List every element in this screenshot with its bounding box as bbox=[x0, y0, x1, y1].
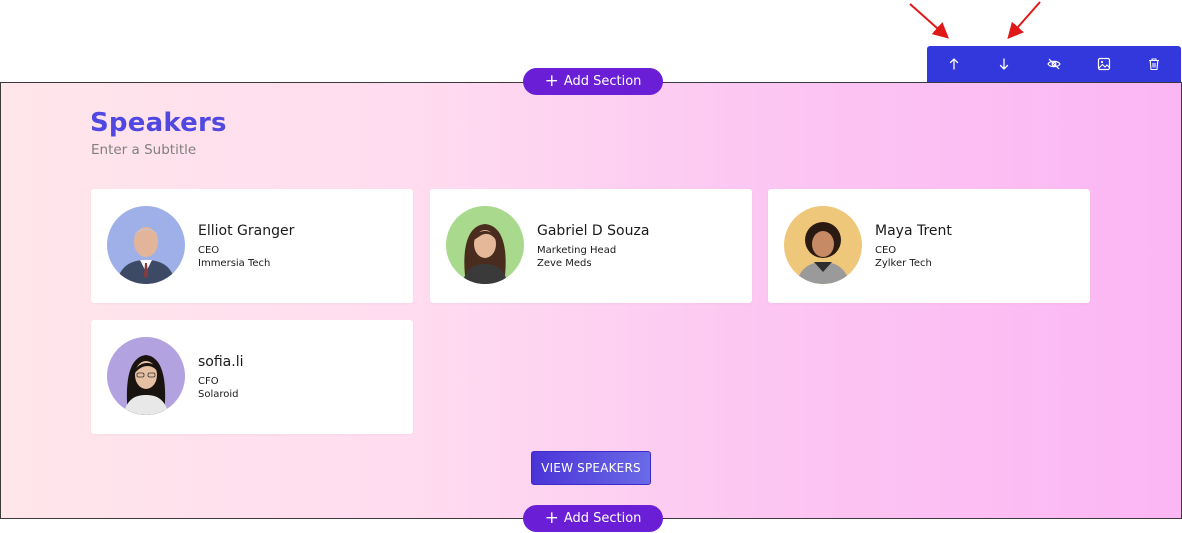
speaker-organization: Zylker Tech bbox=[875, 258, 932, 269]
view-speakers-button[interactable]: VIEW SPEAKERS bbox=[531, 451, 651, 485]
annotation-arrows bbox=[909, 1, 1041, 39]
add-section-label: Add Section bbox=[563, 511, 642, 526]
person-photo-icon bbox=[107, 337, 185, 415]
speaker-card[interactable]: Gabriel D Souza Marketing Head Zeve Meds bbox=[430, 189, 752, 303]
speaker-name: Maya Trent bbox=[875, 223, 952, 239]
arrow-up-icon bbox=[949, 58, 959, 70]
person-photo-icon bbox=[784, 206, 862, 284]
section-subtitle[interactable]: Enter a Subtitle bbox=[91, 142, 196, 158]
speaker-name: sofia.li bbox=[198, 354, 244, 370]
speaker-name: Gabriel D Souza bbox=[537, 223, 650, 239]
speaker-card[interactable]: Maya Trent CEO Zylker Tech bbox=[768, 189, 1090, 303]
image-icon bbox=[1097, 57, 1111, 71]
speaker-organization: Solaroid bbox=[198, 389, 239, 400]
section-title[interactable]: Speakers bbox=[90, 108, 227, 138]
plus-icon: + bbox=[544, 70, 559, 91]
add-section-label: Add Section bbox=[563, 74, 642, 89]
speaker-card[interactable]: Elliot Granger CEO Immersia Tech bbox=[91, 189, 413, 303]
hide-section-button[interactable] bbox=[1034, 50, 1074, 78]
add-section-button-bottom[interactable]: + Add Section bbox=[523, 505, 663, 532]
speaker-avatar bbox=[107, 206, 185, 284]
delete-section-button[interactable] bbox=[1134, 50, 1174, 78]
person-photo-icon bbox=[107, 206, 185, 284]
speaker-organization: Immersia Tech bbox=[198, 258, 271, 269]
speaker-organization: Zeve Meds bbox=[537, 258, 592, 269]
arrow-down-icon bbox=[999, 58, 1009, 70]
trash-icon bbox=[1149, 58, 1159, 71]
eye-off-icon bbox=[1047, 58, 1061, 70]
speaker-role: CEO bbox=[198, 245, 220, 256]
speaker-avatar bbox=[107, 337, 185, 415]
add-section-button-top[interactable]: + Add Section bbox=[523, 68, 663, 95]
speaker-card[interactable]: sofia.li CFO Solaroid bbox=[91, 320, 413, 434]
speaker-name: Elliot Granger bbox=[198, 223, 295, 239]
person-photo-icon bbox=[446, 206, 524, 284]
speaker-avatar bbox=[784, 206, 862, 284]
plus-icon: + bbox=[544, 507, 559, 528]
move-up-button[interactable] bbox=[934, 50, 974, 78]
background-image-button[interactable] bbox=[1084, 50, 1124, 78]
speaker-role: CEO bbox=[875, 245, 897, 256]
speaker-role: Marketing Head bbox=[537, 245, 617, 256]
speaker-avatar bbox=[446, 206, 524, 284]
move-down-button[interactable] bbox=[984, 50, 1024, 78]
speaker-role: CFO bbox=[198, 376, 219, 387]
page: + Add Section Speakers Enter a Subtitle … bbox=[0, 0, 1182, 533]
section-toolbar bbox=[927, 46, 1181, 82]
